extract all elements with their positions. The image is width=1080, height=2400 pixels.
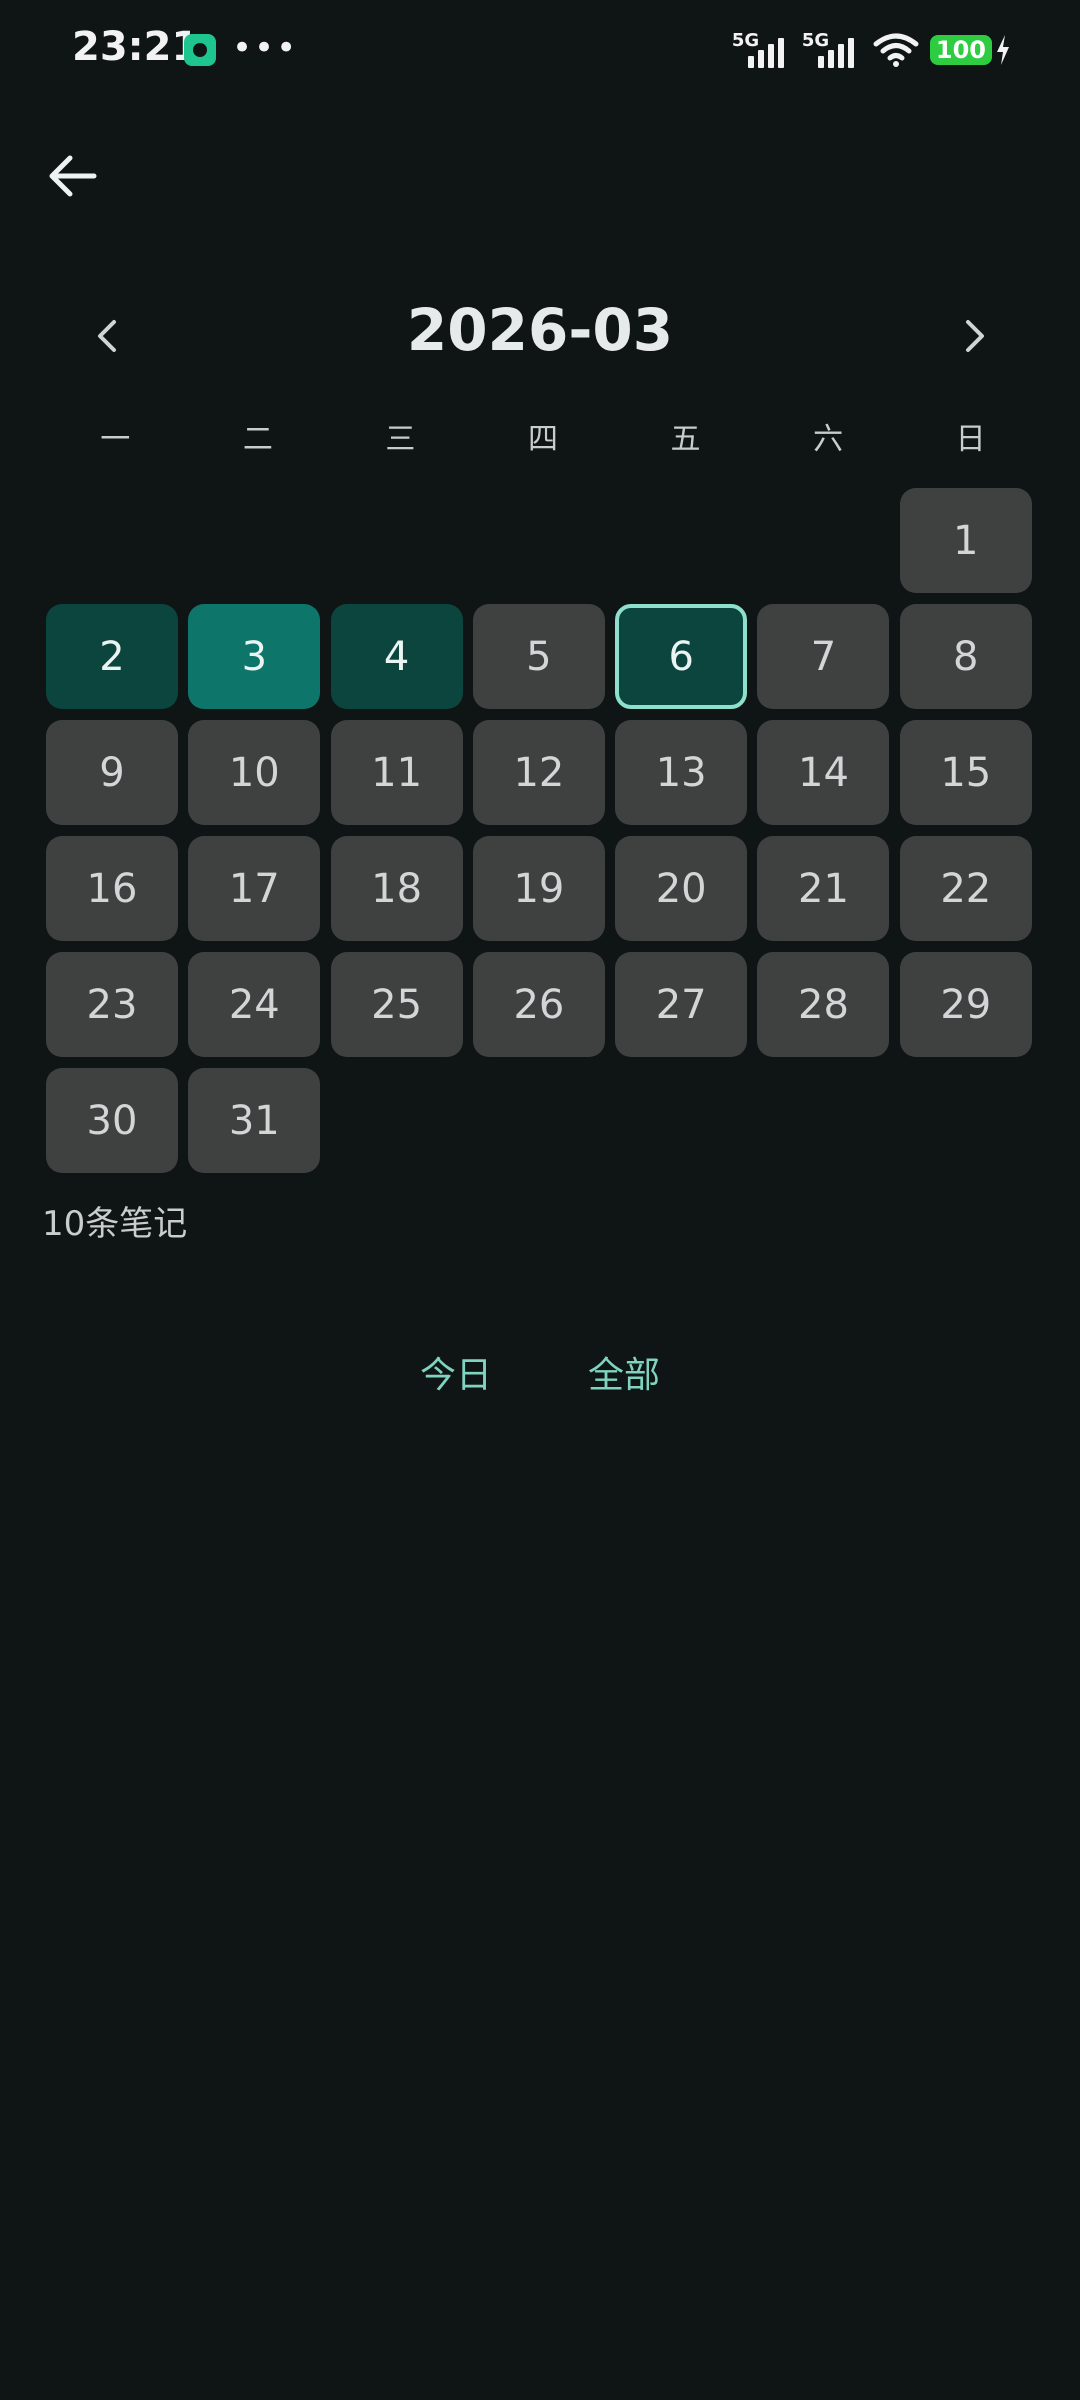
day-cell[interactable]: 10 (188, 720, 321, 825)
next-month-button[interactable] (950, 310, 998, 362)
day-cell[interactable]: 9 (46, 720, 178, 825)
status-time: 23:21 (72, 24, 200, 70)
weekday-label: 一 (100, 422, 131, 457)
wifi-icon (873, 33, 919, 67)
calendar-grid: 1 2 3 4 5 6 7 8 9 10 11 12 13 14 15 16 17 18 19 20 21 22 23 24 2… (46, 488, 1036, 1173)
empty-cell (46, 488, 178, 593)
day-cell[interactable]: 22 (899, 836, 1032, 941)
today-button[interactable]: 今日 (420, 1346, 492, 1398)
back-button[interactable] (44, 146, 104, 206)
empty-cell (473, 488, 605, 593)
day-cell[interactable]: 4 (330, 604, 463, 709)
signal-icon: 5G (802, 28, 862, 72)
day-cell[interactable]: 21 (757, 836, 890, 941)
day-cell[interactable]: 28 (757, 952, 890, 1057)
day-cell[interactable]: 27 (615, 952, 748, 1057)
status-bar: 23:21 ••• 5G 5G 100 (0, 0, 1080, 100)
day-cell[interactable]: 16 (46, 836, 178, 941)
day-cell[interactable]: 1 (899, 488, 1032, 593)
weekday-label: 日 (955, 422, 986, 457)
arrow-left-icon (49, 155, 97, 197)
day-cell[interactable]: 14 (757, 720, 890, 825)
day-cell[interactable]: 8 (899, 604, 1032, 709)
bottom-actions: 今日 全部 (0, 1346, 1080, 1406)
month-header: 2026-03 (0, 290, 1080, 380)
app-notification-icon (184, 34, 216, 66)
weekday-row: 一二三四五六日 (44, 420, 1042, 460)
day-cell[interactable]: 18 (330, 836, 463, 941)
empty-cell (188, 488, 320, 593)
day-cell[interactable]: 25 (330, 952, 463, 1057)
weekday-label: 四 (527, 422, 558, 457)
signal-icon: 5G (732, 28, 792, 72)
charging-icon (997, 35, 1009, 65)
weekday-label: 五 (670, 422, 701, 457)
weekday-label: 三 (385, 422, 416, 457)
more-dots-icon: ••• (232, 28, 299, 68)
weekday-label: 二 (242, 422, 273, 457)
day-cell[interactable]: 5 (472, 604, 605, 709)
note-count: 10条笔记 (42, 1204, 188, 1244)
month-title: 2026-03 (406, 296, 674, 364)
day-cell[interactable]: 23 (46, 952, 178, 1057)
battery-icon: 100 (929, 35, 1010, 65)
empty-cell (331, 488, 463, 593)
network-type-label: 5G (731, 30, 760, 51)
day-cell[interactable]: 30 (46, 1068, 178, 1173)
day-cell[interactable]: 11 (330, 720, 463, 825)
day-cell[interactable]: 7 (757, 604, 890, 709)
day-cell[interactable]: 15 (899, 720, 1032, 825)
day-cell[interactable]: 31 (188, 1068, 321, 1173)
day-cell[interactable]: 3 (188, 604, 321, 709)
day-cell[interactable]: 19 (472, 836, 605, 941)
chevron-right-icon (966, 320, 984, 352)
day-cell[interactable]: 24 (188, 952, 321, 1057)
day-cell-today[interactable]: 6 (615, 604, 748, 709)
empty-cell (757, 488, 889, 593)
day-cell[interactable]: 12 (472, 720, 605, 825)
empty-cell (615, 488, 747, 593)
all-button[interactable]: 全部 (588, 1346, 660, 1398)
day-cell[interactable]: 17 (188, 836, 321, 941)
day-cell[interactable]: 13 (615, 720, 748, 825)
day-cell[interactable]: 26 (472, 952, 605, 1057)
weekday-label: 六 (813, 422, 844, 457)
day-cell[interactable]: 29 (899, 952, 1032, 1057)
battery-level: 100 (929, 35, 992, 65)
day-cell[interactable]: 2 (46, 604, 178, 709)
status-icons: 5G 5G 100 (732, 24, 1010, 76)
day-cell[interactable]: 20 (615, 836, 748, 941)
network-type-label: 5G (801, 30, 830, 51)
